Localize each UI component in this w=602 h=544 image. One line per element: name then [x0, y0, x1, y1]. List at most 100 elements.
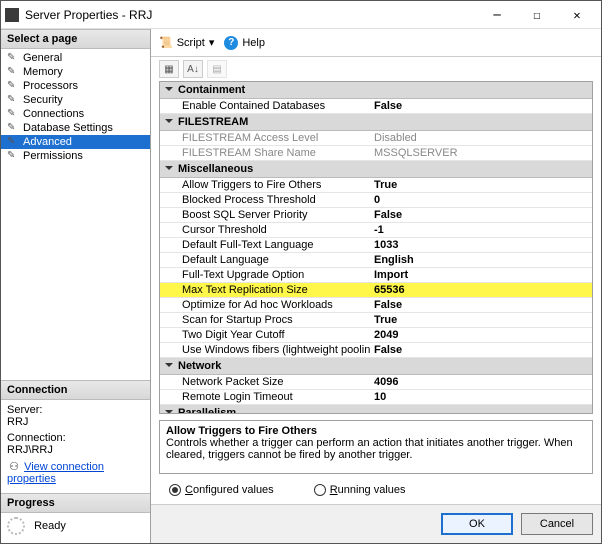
- grid-category[interactable]: Parallelism: [160, 405, 592, 414]
- dropdown-arrow-icon: ▾: [209, 36, 215, 49]
- page-icon: ✎: [7, 80, 19, 92]
- view-connection-properties-link[interactable]: View connection properties: [7, 461, 104, 485]
- script-label: Script: [177, 37, 205, 49]
- page-item-label: Advanced: [23, 136, 72, 148]
- connection-block: Server: RRJ Connection: RRJ\RRJ ⚇ View c…: [1, 400, 150, 493]
- radio-dot-icon: [314, 484, 326, 496]
- page-item-permissions[interactable]: ✎ Permissions: [1, 149, 150, 163]
- grid-row[interactable]: Cursor Threshold-1: [160, 223, 592, 238]
- connection-icon: ⚇: [7, 460, 21, 473]
- grid-value: 10: [370, 390, 592, 404]
- grid-value: False: [370, 208, 592, 222]
- grid-key: Max Text Replication Size: [160, 283, 370, 297]
- script-button[interactable]: 📜 Script ▾: [159, 36, 214, 49]
- right-panel: 📜 Script ▾ ? Help ▦ A↓ ▤ ContainmentEnab…: [151, 29, 601, 543]
- page-icon: ✎: [7, 122, 19, 134]
- grid-key: Default Language: [160, 253, 370, 267]
- help-label: Help: [242, 37, 265, 49]
- toolbar: 📜 Script ▾ ? Help: [151, 29, 601, 57]
- grid-row[interactable]: Default Full-Text Language1033: [160, 238, 592, 253]
- running-values-radio[interactable]: Running values: [314, 484, 406, 496]
- configured-values-radio[interactable]: Configured values: [169, 484, 274, 496]
- grid-key: Allow Triggers to Fire Others: [160, 178, 370, 192]
- connection-header: Connection: [1, 380, 150, 400]
- categorized-view-button[interactable]: ▦: [159, 60, 179, 78]
- grid-key: Network Packet Size: [160, 375, 370, 389]
- grid-value: -1: [370, 223, 592, 237]
- grid-row[interactable]: FILESTREAM Access LevelDisabled: [160, 131, 592, 146]
- grid-row[interactable]: Enable Contained DatabasesFalse: [160, 99, 592, 114]
- values-radio-group: Configured values Running values: [151, 480, 601, 504]
- cancel-button[interactable]: Cancel: [521, 513, 593, 535]
- radio-dot-icon: [169, 484, 181, 496]
- dialog-buttons: OK Cancel: [151, 504, 601, 543]
- page-icon: ✎: [7, 150, 19, 162]
- configured-label-rest: onfigured values: [193, 484, 274, 496]
- grid-row[interactable]: Full-Text Upgrade OptionImport: [160, 268, 592, 283]
- progress-header: Progress: [1, 493, 150, 513]
- grid-value: False: [370, 343, 592, 357]
- page-icon: ✎: [7, 136, 19, 148]
- page-item-label: Processors: [23, 80, 78, 92]
- grid-key: Use Windows fibers (lightweight pooling): [160, 343, 370, 357]
- maximize-button[interactable]: ☐: [517, 2, 557, 28]
- grid-row[interactable]: Boost SQL Server PriorityFalse: [160, 208, 592, 223]
- page-item-label: Memory: [23, 66, 63, 78]
- progress-status: Ready: [34, 520, 66, 532]
- grid-row[interactable]: Allow Triggers to Fire OthersTrue: [160, 178, 592, 193]
- grid-category[interactable]: Network: [160, 358, 592, 375]
- page-item-general[interactable]: ✎General: [1, 51, 150, 65]
- grid-row[interactable]: Default LanguageEnglish: [160, 253, 592, 268]
- grid-row[interactable]: Network Packet Size4096: [160, 375, 592, 390]
- help-button[interactable]: ? Help: [224, 36, 265, 50]
- grid-row[interactable]: Optimize for Ad hoc WorkloadsFalse: [160, 298, 592, 313]
- script-icon: 📜: [159, 36, 173, 49]
- ok-button[interactable]: OK: [441, 513, 513, 535]
- page-item-advanced[interactable]: ✎ Advanced: [1, 135, 150, 149]
- grid-row[interactable]: FILESTREAM Share NameMSSQLSERVER: [160, 146, 592, 161]
- page-item-label: Connections: [23, 108, 84, 120]
- grid-row[interactable]: Use Windows fibers (lightweight pooling)…: [160, 343, 592, 358]
- grid-value: True: [370, 313, 592, 327]
- grid-category[interactable]: Containment: [160, 82, 592, 99]
- page-icon: ✎: [7, 66, 19, 78]
- page-item-database-settings[interactable]: ✎ Database Settings: [1, 121, 150, 135]
- progress-spinner-icon: [7, 517, 25, 535]
- grid-value: 1033: [370, 238, 592, 252]
- grid-key: Default Full-Text Language: [160, 238, 370, 252]
- grid-key: FILESTREAM Share Name: [160, 146, 370, 160]
- grid-key: FILESTREAM Access Level: [160, 131, 370, 145]
- grid-row[interactable]: Scan for Startup ProcsTrue: [160, 313, 592, 328]
- progress-block: Ready: [1, 513, 150, 543]
- page-icon: ✎: [7, 94, 19, 106]
- grid-key: Optimize for Ad hoc Workloads: [160, 298, 370, 312]
- close-button[interactable]: ✕: [557, 2, 597, 28]
- grid-category[interactable]: Miscellaneous: [160, 161, 592, 178]
- grid-row[interactable]: Blocked Process Threshold0: [160, 193, 592, 208]
- property-grid[interactable]: ContainmentEnable Contained DatabasesFal…: [159, 81, 593, 414]
- grid-row[interactable]: Max Text Replication Size65536: [160, 283, 592, 298]
- titlebar: Server Properties - RRJ ─ ☐ ✕: [1, 1, 601, 29]
- alphabetical-view-button[interactable]: A↓: [183, 60, 203, 78]
- grid-value: False: [370, 298, 592, 312]
- page-item-processors[interactable]: ✎ Processors: [1, 79, 150, 93]
- minimize-button[interactable]: ─: [477, 2, 517, 28]
- grid-value: MSSQLSERVER: [370, 146, 592, 160]
- select-page-header: Select a page: [1, 29, 150, 49]
- page-icon: ✎: [7, 108, 19, 120]
- help-icon: ?: [224, 36, 238, 50]
- page-item-security[interactable]: ✎Security: [1, 93, 150, 107]
- grid-category[interactable]: FILESTREAM: [160, 114, 592, 131]
- grid-key: Scan for Startup Procs: [160, 313, 370, 327]
- grid-key: Two Digit Year Cutoff: [160, 328, 370, 342]
- page-item-label: Permissions: [23, 150, 83, 162]
- property-pages-button[interactable]: ▤: [207, 60, 227, 78]
- page-item-label: Database Settings: [23, 122, 113, 134]
- grid-key: Remote Login Timeout: [160, 390, 370, 404]
- page-item-connections[interactable]: ✎ Connections: [1, 107, 150, 121]
- grid-row[interactable]: Two Digit Year Cutoff2049: [160, 328, 592, 343]
- grid-row[interactable]: Remote Login Timeout10: [160, 390, 592, 405]
- page-item-memory[interactable]: ✎ Memory: [1, 65, 150, 79]
- view-connection-properties-row: ⚇ View connection properties: [7, 460, 144, 485]
- grid-value: Disabled: [370, 131, 592, 145]
